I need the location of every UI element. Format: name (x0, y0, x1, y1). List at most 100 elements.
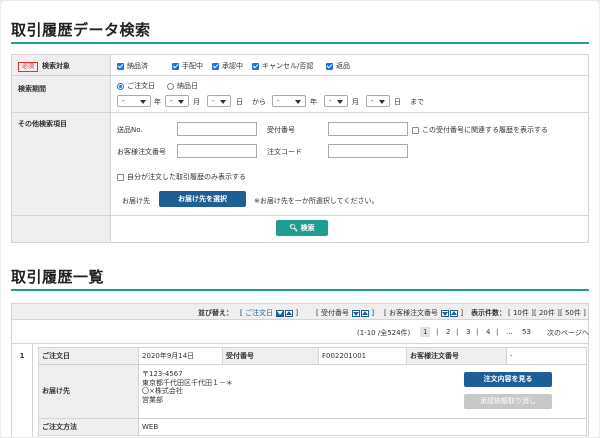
sort-desc-icon[interactable] (441, 309, 450, 317)
grid-line (38, 347, 39, 437)
grid-line (38, 347, 586, 348)
grid-line (222, 347, 223, 364)
search-form: 必須 検索対象 納品済 手配中 承認中 キャンセル/否認 返品 検索期間 ご注文日… (11, 54, 589, 243)
customer-order-no-input[interactable] (177, 144, 257, 158)
grid-line (506, 347, 507, 364)
view-order-button[interactable]: 注文内容を見る (464, 372, 552, 387)
list-section-title: 取引履歴一覧 (11, 268, 105, 286)
row-divider (12, 112, 588, 113)
row-divider (12, 215, 588, 216)
target-option-delivered[interactable]: 納品済 (117, 61, 148, 71)
checkbox-empty-icon (117, 173, 124, 181)
page-ellipsis: ... (506, 328, 513, 336)
grid-line (318, 347, 319, 364)
page-1-current[interactable]: 1 (420, 327, 431, 337)
customer-order-no-value: - (510, 352, 513, 360)
grid-line (38, 435, 586, 436)
target-option-cancelled[interactable]: キャンセル/否認 (252, 61, 313, 71)
to-year-select[interactable]: - (272, 95, 306, 107)
to-day-select[interactable]: - (366, 95, 390, 107)
order-code-input[interactable] (328, 144, 408, 158)
order-code-label: 注文コード (267, 148, 302, 156)
from-year-select[interactable]: - (117, 95, 151, 107)
select-destination-button[interactable]: お届け先を選択 (159, 191, 246, 207)
other-label: その他検索項目 (18, 120, 67, 128)
receipt-no-value: F002201001 (322, 352, 367, 360)
count-10[interactable]: [ 10件 ] (508, 308, 534, 318)
sort-asc-icon[interactable] (285, 309, 294, 317)
page-53-link[interactable]: 53 (522, 328, 531, 336)
page-4-link[interactable]: 4 (486, 328, 490, 336)
grid-line (38, 364, 586, 365)
pagination-range: (1-10 /全524件) (357, 329, 411, 337)
destination-note: ※お届け先を一か所選択してください。 (254, 197, 379, 205)
destination-label: お届け先 (122, 197, 150, 205)
self-only-checkbox[interactable]: 自分が注文した取引履歴のみ表示する (117, 172, 246, 182)
count-50[interactable]: [ 50件 ] (560, 308, 586, 318)
page-separator: | (436, 328, 439, 336)
unit-year: 年 (154, 98, 161, 106)
page-separator: | (476, 328, 479, 336)
radio-selected-icon (117, 82, 124, 90)
customer-order-no-label: お客様注文番号 (406, 348, 506, 364)
checkbox-empty-icon (412, 126, 419, 134)
receipt-no-label: 受付番号 (222, 348, 318, 364)
sort-label: 並び替え： (198, 309, 233, 317)
search-button[interactable]: 🔍︎ 検索 (276, 220, 328, 236)
sort-bar: 並び替え： [ ご注文日 ] [ 受付番号 ] [ お客様注文番号 ] 表示件数… (12, 304, 588, 320)
sort-order-date: [ ご注文日 ] (240, 309, 299, 317)
history-list: 並び替え： [ ご注文日 ] [ 受付番号 ] [ お客様注文番号 ] 表示件数… (11, 303, 589, 437)
radio-order-date[interactable]: ご注文日 (117, 81, 155, 91)
page-card: 取引履歴データ検索 必須 検索対象 納品済 手配中 承認中 キャンセル/否認 返品… (1, 1, 599, 437)
address-line: 東京都千代田区千代田１－＊ (142, 378, 233, 387)
list-title-rule (11, 289, 589, 291)
radio-empty-icon (167, 82, 174, 90)
checkbox-checked-icon (252, 62, 259, 70)
order-date-value: 2020年9月14日 (142, 352, 195, 360)
grid-line (138, 347, 139, 437)
search-title-rule (11, 42, 589, 44)
customer-order-no-label: お客様注文番号 (117, 148, 166, 156)
company-name: 〇×株式会社 (142, 387, 183, 395)
next-page-link[interactable]: 次のページへ (547, 328, 589, 338)
count-label: 表示件数： (471, 309, 506, 317)
target-option-approving[interactable]: 承認中 (212, 61, 243, 71)
target-option-arranging[interactable]: 手配中 (172, 61, 203, 71)
target-label: 必須 検索対象 (18, 61, 70, 72)
to-month-select[interactable]: - (324, 95, 348, 107)
unit-year: 年 (310, 98, 317, 106)
record-index: 1 (12, 344, 33, 437)
destination-address: 〒123-4567 東京都千代田区千代田１－＊ 〇×株式会社 営業部 (138, 370, 338, 404)
radio-delivery-date[interactable]: 納品日 (167, 81, 198, 91)
page-2-link[interactable]: 2 (446, 328, 450, 336)
checkbox-checked-icon (326, 62, 333, 70)
until-text: まで (410, 98, 424, 106)
search-section-title: 取引履歴データ検索 (11, 21, 151, 39)
search-icon: 🔍︎ (289, 224, 299, 232)
row-divider (12, 75, 588, 76)
receipt-no-input[interactable] (328, 122, 408, 136)
related-history-checkbox[interactable]: この受付番号に関連する履歴を表示する (412, 125, 548, 135)
order-method-value: WEB (142, 423, 159, 431)
page-3-link[interactable]: 3 (466, 328, 470, 336)
target-option-returned[interactable]: 返品 (326, 61, 350, 71)
shipping-no-input[interactable] (177, 122, 257, 136)
from-text: から (252, 98, 266, 106)
period-label: 検索期間 (18, 85, 46, 93)
sort-asc-icon[interactable] (361, 309, 370, 317)
sort-asc-icon[interactable] (450, 309, 459, 317)
from-month-select[interactable]: - (165, 95, 189, 107)
sort-desc-icon[interactable] (276, 309, 285, 317)
count-20[interactable]: [ 20件 ] (534, 308, 560, 318)
record-top-line (12, 343, 588, 344)
page-separator: | (496, 328, 499, 336)
from-day-select[interactable]: - (207, 95, 231, 107)
unit-day: 日 (394, 98, 401, 106)
destination-label: お届け先 (38, 365, 138, 418)
sort-desc-icon[interactable] (352, 309, 361, 317)
grid-line (406, 347, 407, 364)
unit-month: 月 (193, 98, 200, 106)
cancel-approval-button[interactable]: 承認依頼取り消し (464, 394, 552, 409)
checkbox-checked-icon (212, 62, 219, 70)
checkbox-checked-icon (117, 62, 124, 70)
